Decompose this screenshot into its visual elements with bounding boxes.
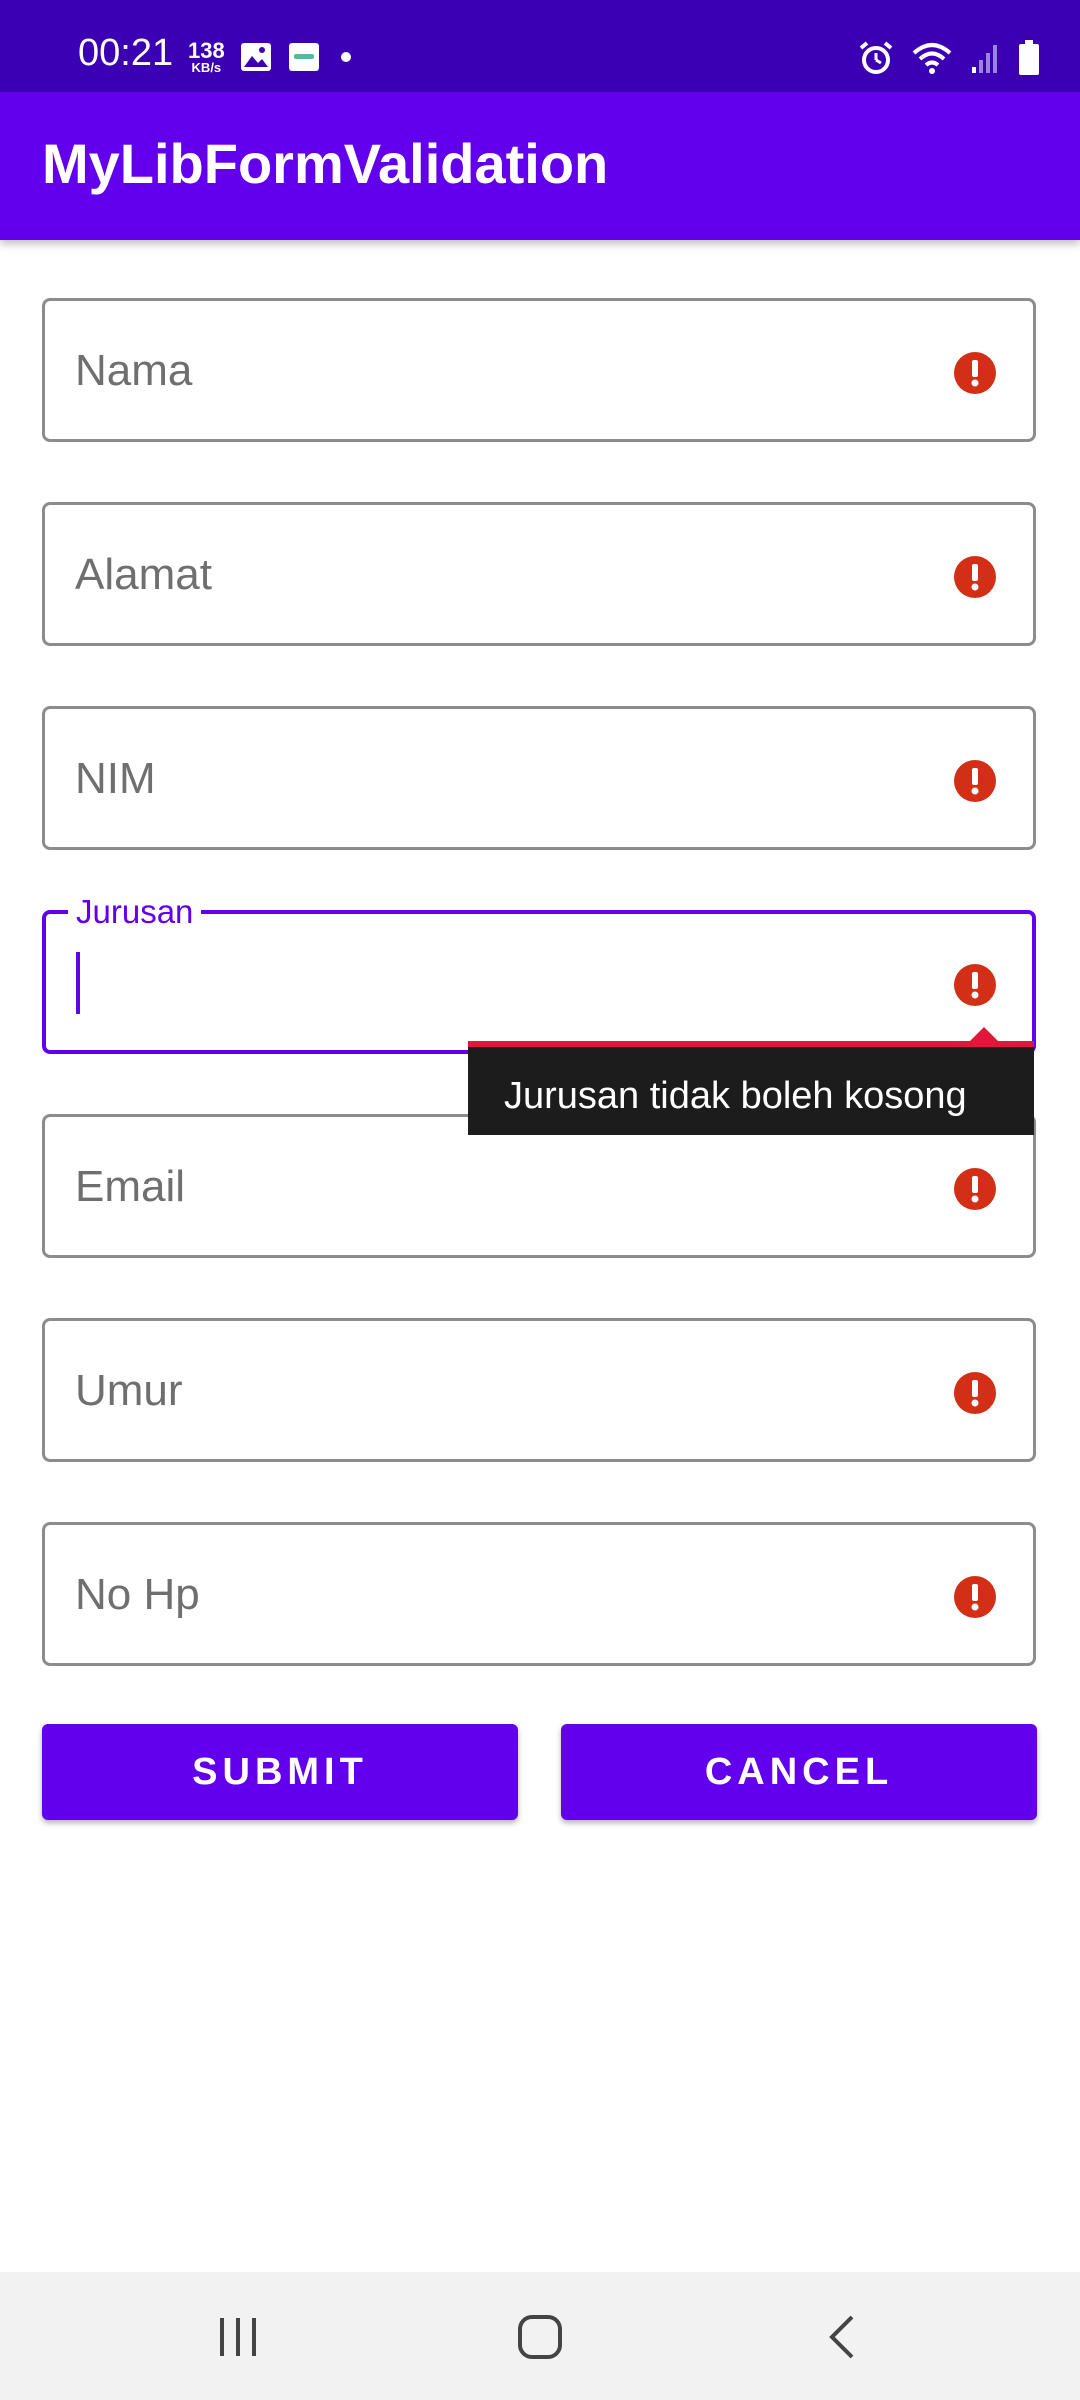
alamat-field[interactable]: Alamat [42, 502, 1036, 646]
network-speed-unit: KB/s [191, 60, 222, 75]
error-icon[interactable] [953, 1167, 997, 1211]
navigation-bar [0, 2272, 1080, 2400]
jurusan-field[interactable]: Jurusan [42, 892, 1036, 1054]
email-hint: Email [75, 1162, 186, 1211]
network-speed-value: 138 [188, 38, 225, 63]
no-hp-field[interactable]: No Hp [42, 1522, 1036, 1666]
tooltip-arrow [970, 1027, 998, 1041]
alamat-hint: Alamat [75, 550, 212, 599]
status-bar: 00:21 138 KB/s [0, 0, 1080, 92]
submit-button[interactable]: SUBMIT [42, 1724, 518, 1820]
signal-icon [972, 45, 997, 73]
no-hp-hint: No Hp [75, 1570, 200, 1619]
app-notification-icon [289, 43, 319, 71]
nama-hint: Nama [75, 346, 193, 395]
jurusan-label: Jurusan [68, 892, 202, 932]
text-cursor [76, 952, 80, 1014]
network-speed: 138 KB/s [188, 38, 225, 76]
back-icon[interactable] [824, 2312, 860, 2362]
recents-icon[interactable] [216, 2312, 260, 2362]
error-icon[interactable] [953, 1575, 997, 1619]
error-tooltip: Jurusan tidak boleh kosong [468, 1027, 1034, 1135]
error-icon[interactable] [953, 555, 997, 599]
cancel-button[interactable]: CANCEL [561, 1724, 1037, 1820]
wifi-icon [912, 43, 952, 74]
error-icon[interactable] [953, 351, 997, 395]
alarm-icon [859, 41, 893, 74]
error-tooltip-text: Jurusan tidak boleh kosong [504, 1075, 967, 1117]
status-time: 00:21 [78, 32, 174, 74]
umur-field[interactable]: Umur [42, 1318, 1036, 1462]
error-icon[interactable] [953, 963, 997, 1007]
app-bar: MyLibFormValidation [0, 92, 1080, 240]
battery-icon [1019, 40, 1039, 75]
nim-field[interactable]: NIM [42, 706, 1036, 850]
nama-field[interactable]: Nama [42, 298, 1036, 442]
dot-icon [341, 52, 351, 62]
nim-hint: NIM [75, 754, 156, 803]
app-title: MyLibFormValidation [42, 132, 609, 195]
image-icon [241, 43, 271, 71]
umur-hint: Umur [75, 1366, 183, 1415]
email-field[interactable]: Email [42, 1114, 1036, 1258]
error-icon[interactable] [953, 759, 997, 803]
home-icon[interactable] [516, 2312, 564, 2362]
error-icon[interactable] [953, 1371, 997, 1415]
